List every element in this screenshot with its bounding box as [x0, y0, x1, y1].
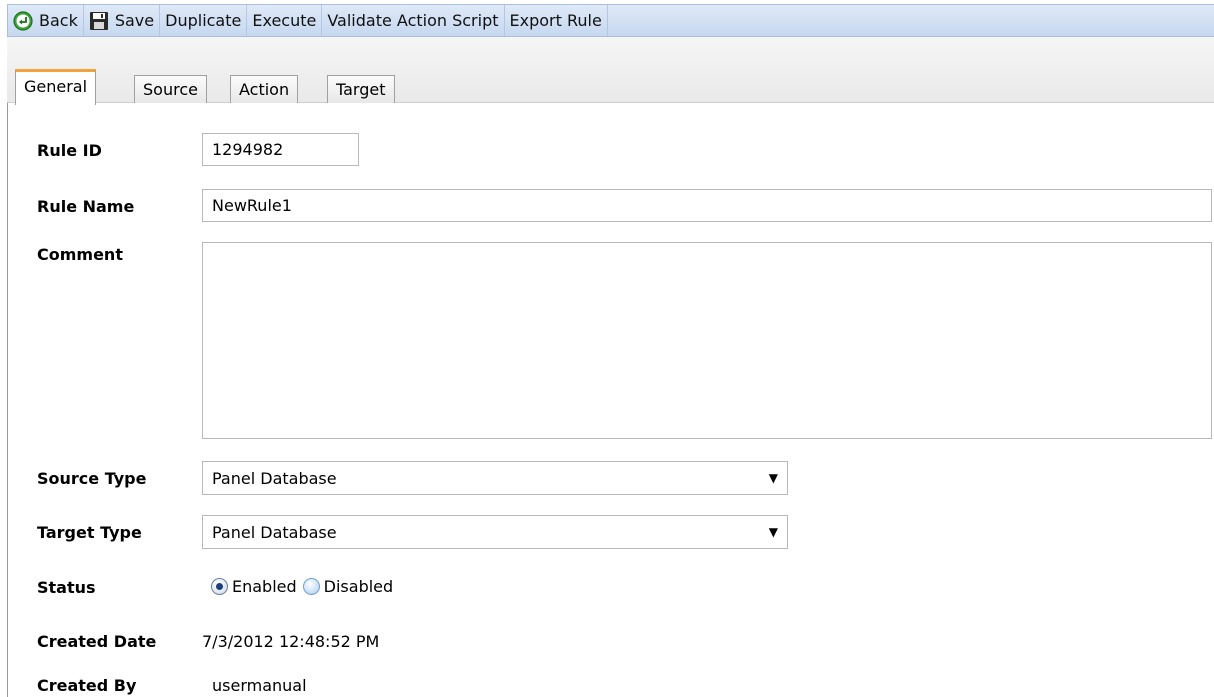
duplicate-button[interactable]: Duplicate: [160, 5, 248, 36]
page-left-border: [7, 37, 8, 697]
floppy-disk-icon: [89, 11, 109, 31]
validate-action-script-label: Validate Action Script: [327, 11, 499, 30]
source-type-label: Source Type: [37, 469, 147, 488]
rule-name-label: Rule Name: [37, 197, 135, 216]
duplicate-label: Duplicate: [165, 11, 242, 30]
back-label: Back: [39, 11, 78, 30]
status-disabled-label[interactable]: Disabled: [324, 577, 394, 596]
rule-id-field[interactable]: [202, 133, 359, 166]
validate-action-script-button[interactable]: Validate Action Script: [322, 5, 505, 36]
created-by-value: usermanual: [212, 676, 307, 695]
tab-general[interactable]: General: [15, 69, 97, 105]
export-rule-label: Export Rule: [509, 11, 602, 30]
status-enabled-label[interactable]: Enabled: [232, 577, 297, 596]
tab-strip: General Source Action Target: [7, 37, 1214, 105]
export-rule-button[interactable]: Export Rule: [505, 5, 608, 36]
tab-target[interactable]: Target: [327, 75, 395, 103]
rule-id-label: Rule ID: [37, 141, 102, 160]
status-label: Status: [37, 578, 96, 597]
target-type-label: Target Type: [37, 523, 142, 542]
back-arrow-icon: [13, 10, 33, 31]
status-radio-group: Enabled Disabled: [211, 577, 399, 596]
execute-button[interactable]: Execute: [247, 5, 323, 36]
status-enabled-radio[interactable]: [211, 578, 228, 595]
target-type-select[interactable]: Panel Database ▼: [202, 515, 788, 549]
comment-field[interactable]: [202, 242, 1212, 439]
source-type-value: Panel Database: [212, 468, 337, 488]
chevron-down-icon: ▼: [768, 471, 778, 485]
created-by-label: Created By: [37, 676, 137, 695]
tab-source[interactable]: Source: [134, 75, 207, 103]
save-label: Save: [114, 11, 155, 30]
status-disabled-radio[interactable]: [302, 578, 320, 595]
comment-label: Comment: [37, 245, 123, 264]
execute-label: Execute: [252, 11, 317, 30]
tab-action[interactable]: Action: [230, 75, 299, 103]
source-type-select[interactable]: Panel Database ▼: [202, 461, 788, 495]
created-date-label: Created Date: [37, 632, 157, 651]
toolbar: Back Save Duplicate Execute Validate Act…: [7, 4, 1214, 37]
back-button[interactable]: Back: [8, 5, 84, 36]
chevron-down-icon: ▼: [768, 525, 778, 539]
rule-name-field[interactable]: [202, 189, 1212, 222]
save-button[interactable]: Save: [84, 5, 161, 36]
target-type-value: Panel Database: [212, 522, 337, 542]
created-date-value: 7/3/2012 12:48:52 PM: [202, 632, 380, 651]
